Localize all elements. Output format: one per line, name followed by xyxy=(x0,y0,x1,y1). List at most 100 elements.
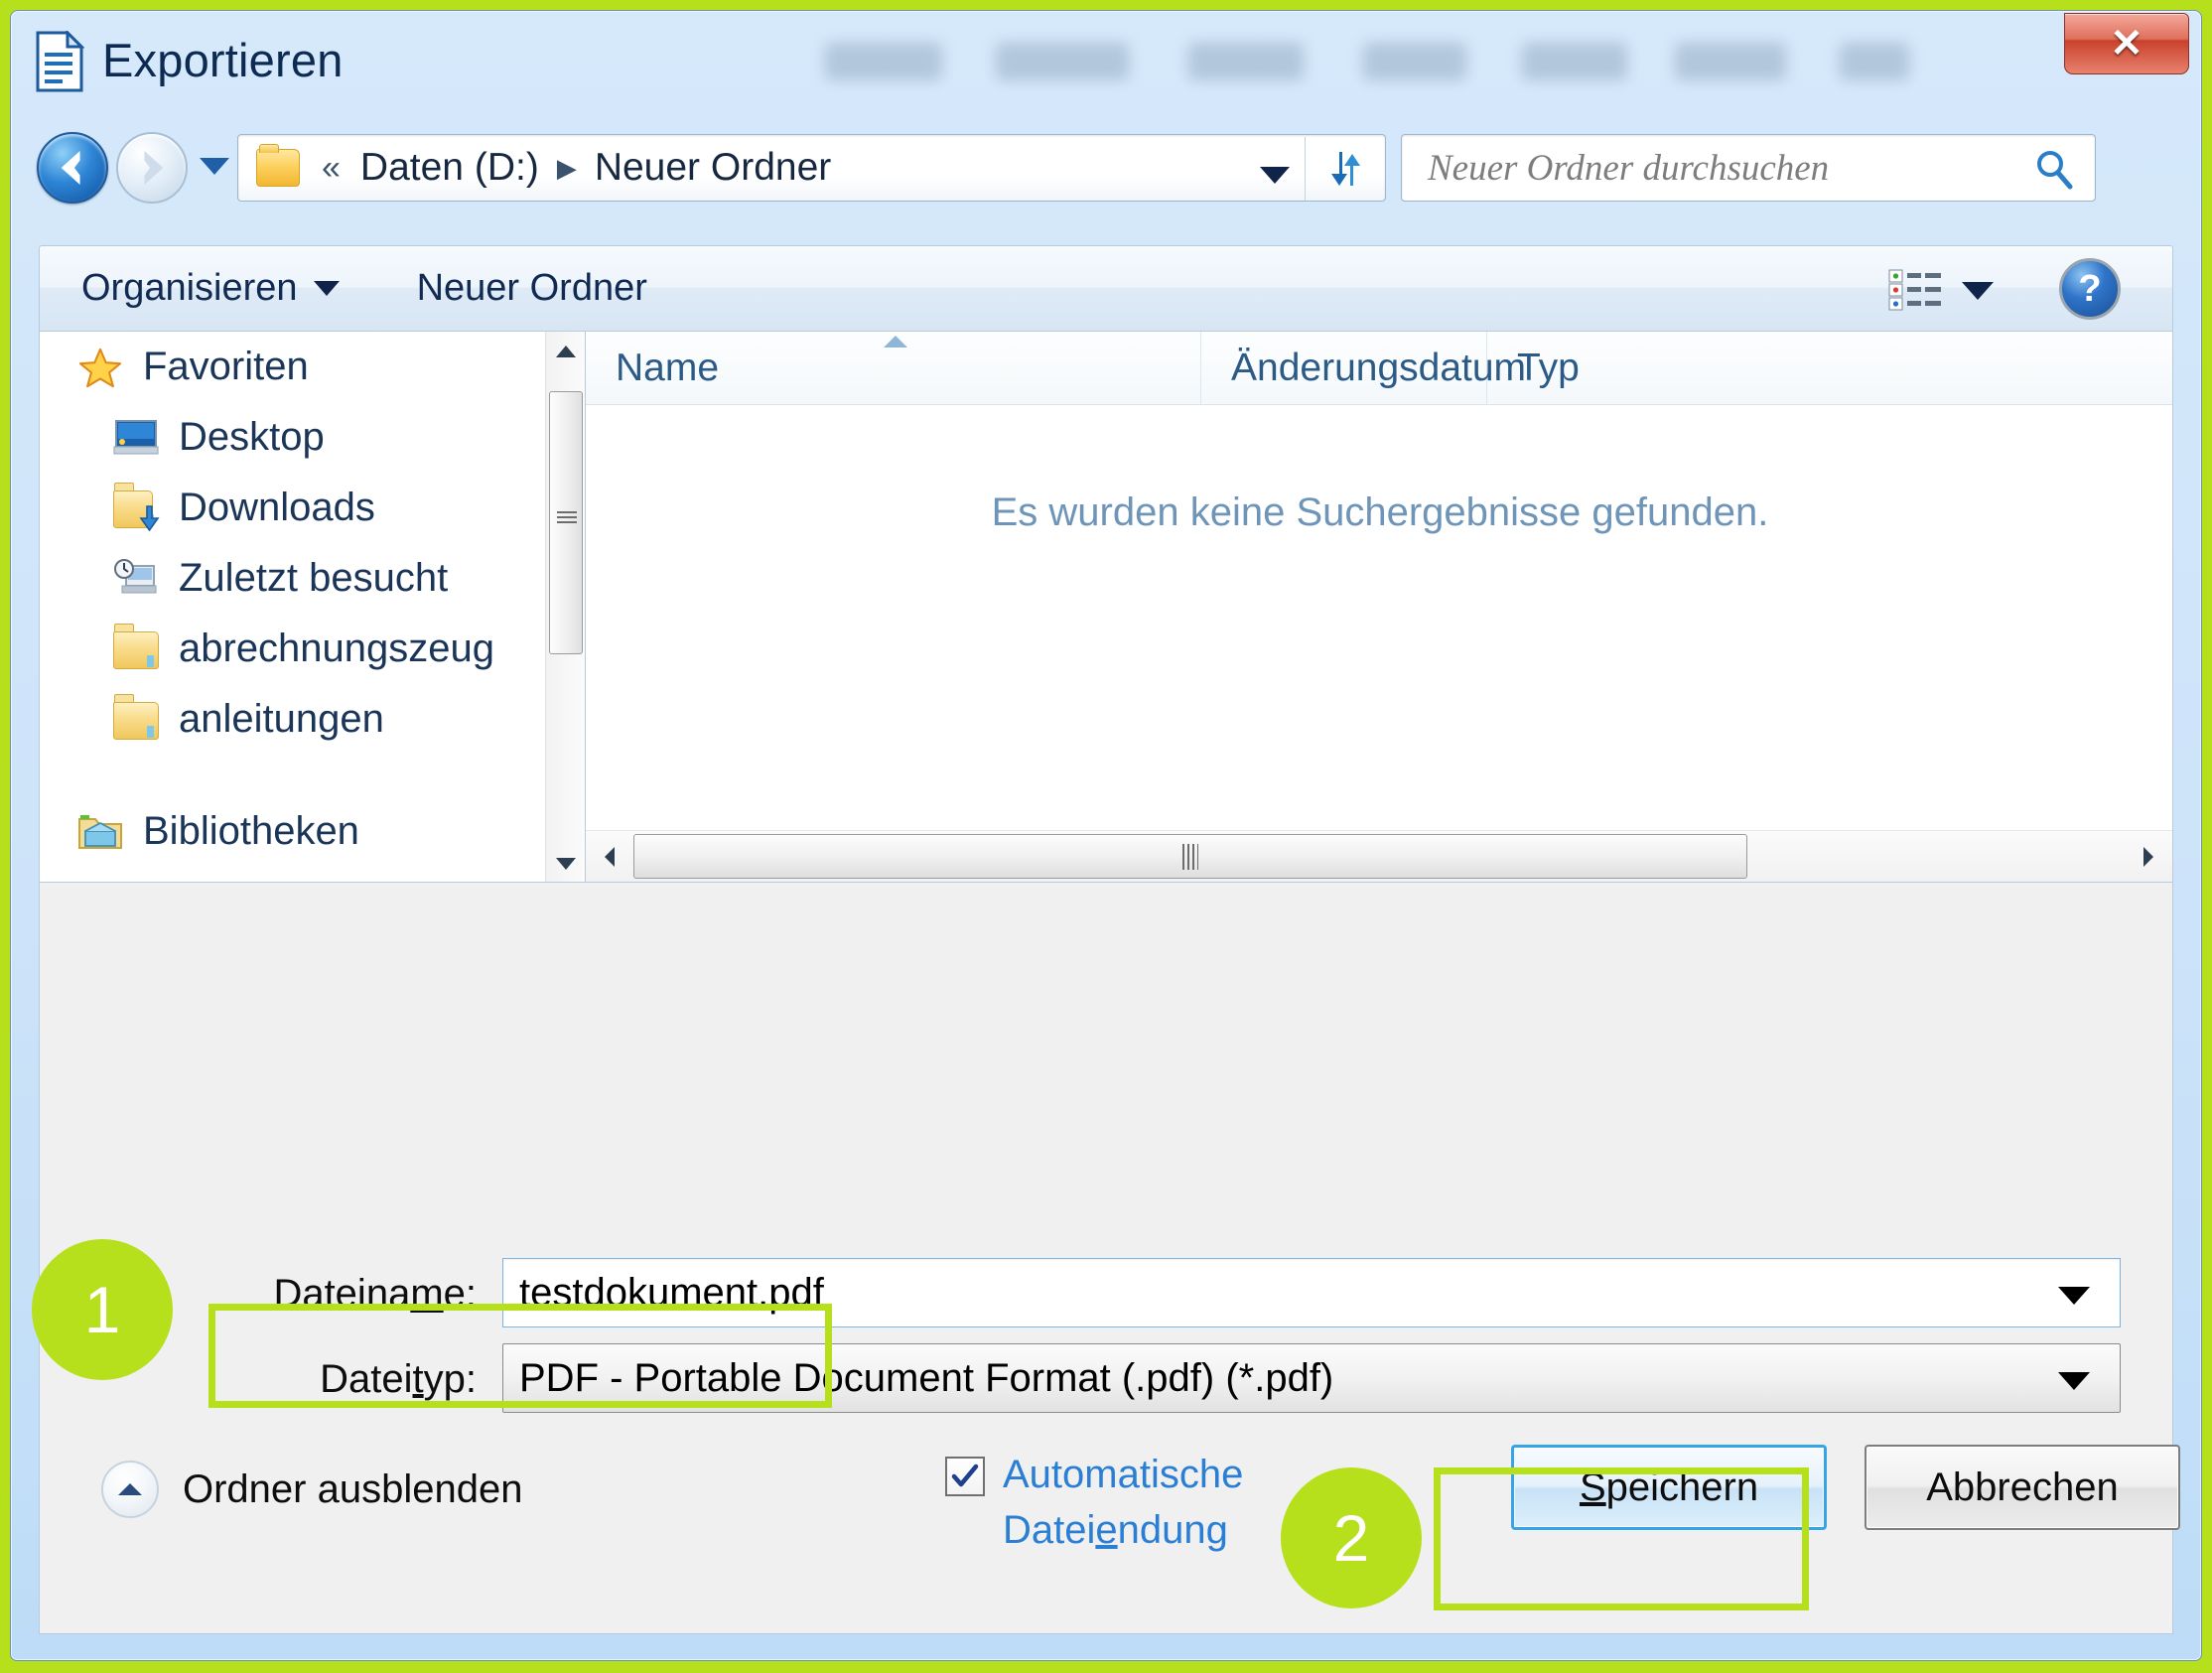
address-breadcrumb-bar[interactable]: « Daten (D:) ▶ Neuer Ordner xyxy=(237,134,1386,202)
list-view-icon[interactable] xyxy=(1888,268,1944,312)
scroll-down-button[interactable] xyxy=(546,844,585,882)
folder-icon xyxy=(256,144,300,187)
chevron-down-icon[interactable] xyxy=(313,281,340,296)
export-file-dialog: Exportieren ✕ « Daten (D:) ▶ Neuer Ordne… xyxy=(10,10,2202,1661)
hide-folders-button[interactable]: Ordner ausblenden xyxy=(101,1461,522,1518)
forward-button[interactable] xyxy=(116,132,188,204)
new-folder-button[interactable]: Neuer Ordner xyxy=(417,267,647,310)
search-icon xyxy=(2037,151,2073,190)
back-arrow-icon xyxy=(61,151,80,185)
blurred-menu-4 xyxy=(1363,43,1466,80)
file-list-horizontal-scrollbar[interactable] xyxy=(586,830,2172,882)
sidebar-item-recent-places[interactable]: Zuletzt besucht xyxy=(40,543,585,614)
file-list-pane: Name Änderungsdatum Typ Es wurden keine … xyxy=(585,331,2173,883)
dialog-body: Favoriten Desktop Downloads Zuletzt besu… xyxy=(39,331,2173,883)
cancel-button[interactable]: Abbrechen xyxy=(1865,1445,2180,1530)
column-header-type[interactable]: Typ xyxy=(1487,332,1686,405)
column-header-name[interactable]: Name xyxy=(586,331,1201,405)
filetype-selected-value: PDF - Portable Document Format (.pdf) (*… xyxy=(519,1355,1334,1400)
breadcrumb-overflow[interactable]: « xyxy=(322,149,341,188)
sidebar-item-downloads[interactable]: Downloads xyxy=(40,473,585,543)
forward-arrow-icon xyxy=(144,151,164,185)
refresh-button[interactable] xyxy=(1308,139,1381,199)
address-dropdown-button[interactable] xyxy=(1260,167,1290,184)
column-label: Typ xyxy=(1517,346,1580,389)
sidebar-item-abrechnungszeug[interactable]: abrechnungszeug xyxy=(40,614,585,684)
sidebar-group-favoriten[interactable]: Favoriten xyxy=(40,332,585,402)
folder-icon xyxy=(113,699,159,741)
downloads-folder-icon xyxy=(113,488,160,531)
chevron-down-icon[interactable] xyxy=(1962,282,1994,300)
sidebar-item-label: Desktop xyxy=(179,415,325,459)
triangle-left-icon xyxy=(605,847,615,867)
sidebar-item-desktop[interactable]: Desktop xyxy=(40,402,585,473)
step-badge-2: 2 xyxy=(1281,1467,1422,1608)
filetype-label: Dateityp: xyxy=(320,1357,477,1401)
sidebar-item-anleitungen[interactable]: anleitungen xyxy=(40,684,585,755)
window-title: Exportieren xyxy=(102,34,344,86)
recent-places-icon xyxy=(114,558,157,593)
search-box[interactable]: Neuer Ordner durchsuchen xyxy=(1401,134,2096,202)
sidebar-group-bibliotheken[interactable]: Bibliotheken xyxy=(40,796,585,867)
horizontal-scroll-thumb[interactable] xyxy=(633,834,1747,879)
blurred-menu-1 xyxy=(825,43,942,80)
search-input[interactable]: Neuer Ordner durchsuchen xyxy=(1428,147,1829,190)
triangle-up-icon xyxy=(556,346,576,357)
blurred-menu-6 xyxy=(1675,43,1786,80)
blurred-menu-7 xyxy=(1840,43,1909,80)
sidebar-item-label: Zuletzt besucht xyxy=(179,556,449,600)
folder-icon xyxy=(113,628,159,670)
sidebar-scrollbar[interactable] xyxy=(545,332,585,882)
breadcrumb-item-drive[interactable]: Daten (D:) xyxy=(360,146,539,190)
step-badge-1: 1 xyxy=(32,1239,173,1380)
sidebar-item-label: Downloads xyxy=(179,486,375,529)
explorer-toolbar: Organisieren Neuer Ordner ? xyxy=(39,245,2173,331)
star-icon xyxy=(78,348,122,387)
auto-extension-checkbox-row[interactable]: Automatische Dateiendung xyxy=(945,1447,1243,1558)
sidebar-item-label: abrechnungszeug xyxy=(179,627,495,670)
chevron-down-icon[interactable] xyxy=(2058,1372,2090,1390)
filename-input[interactable]: testdokument.pdf xyxy=(519,1271,824,1316)
help-button[interactable]: ? xyxy=(2059,258,2121,320)
save-button-label: Speichern xyxy=(1579,1464,1759,1509)
scroll-left-button[interactable] xyxy=(586,831,633,883)
navigation-pane: Favoriten Desktop Downloads Zuletzt besu… xyxy=(39,331,585,883)
column-header-date[interactable]: Änderungsdatum xyxy=(1201,331,1526,405)
organize-button[interactable]: Organisieren xyxy=(81,267,298,310)
chevron-down-icon[interactable] xyxy=(2058,1287,2090,1305)
auto-extension-line1: Automatische xyxy=(1003,1453,1244,1496)
empty-state-message: Es wurden keine Suchergebnisse gefunden. xyxy=(991,490,1769,534)
auto-extension-checkbox[interactable] xyxy=(945,1457,985,1496)
close-button[interactable]: ✕ xyxy=(2064,13,2189,74)
breadcrumb-item-folder[interactable]: Neuer Ordner xyxy=(595,146,831,190)
refresh-icon xyxy=(1331,152,1360,186)
hide-folders-label: Ordner ausblenden xyxy=(183,1466,523,1511)
filename-label: Dateiname: xyxy=(273,1272,477,1316)
scroll-up-button[interactable] xyxy=(546,332,585,371)
sidebar-scroll-thumb[interactable] xyxy=(549,391,583,654)
sidebar-group-label: Bibliotheken xyxy=(143,809,359,853)
filename-field[interactable]: testdokument.pdf xyxy=(502,1258,2121,1327)
breadcrumb-separator: ▶ xyxy=(556,152,577,183)
triangle-down-icon xyxy=(556,858,576,870)
close-icon: ✕ xyxy=(2110,22,2143,66)
auto-extension-label: Automatische Dateiendung xyxy=(1003,1447,1243,1558)
save-button[interactable]: Speichern xyxy=(1511,1445,1827,1530)
desktop-icon xyxy=(113,419,159,454)
blurred-menu-5 xyxy=(1522,43,1627,80)
document-icon xyxy=(36,31,84,92)
checkmark-icon xyxy=(951,1464,979,1487)
libraries-icon xyxy=(78,814,122,849)
history-dropdown-button[interactable] xyxy=(200,158,229,175)
title-bar: Exportieren ✕ xyxy=(11,11,2201,122)
dialog-footer-pane: Dateiname: testdokument.pdf Dateityp: PD… xyxy=(39,883,2180,1634)
filetype-dropdown[interactable]: PDF - Portable Document Format (.pdf) (*… xyxy=(502,1343,2121,1413)
column-headers: Name Änderungsdatum Typ xyxy=(586,331,2172,405)
annotated-screenshot: Exportieren ✕ « Daten (D:) ▶ Neuer Ordne… xyxy=(0,0,2212,1673)
triangle-right-icon xyxy=(2143,847,2153,867)
column-label: Änderungsdatum xyxy=(1231,346,1527,389)
back-button[interactable] xyxy=(37,132,108,204)
scroll-right-button[interactable] xyxy=(2125,831,2172,883)
sidebar-item-bilder[interactable]: Bilder xyxy=(40,867,585,882)
